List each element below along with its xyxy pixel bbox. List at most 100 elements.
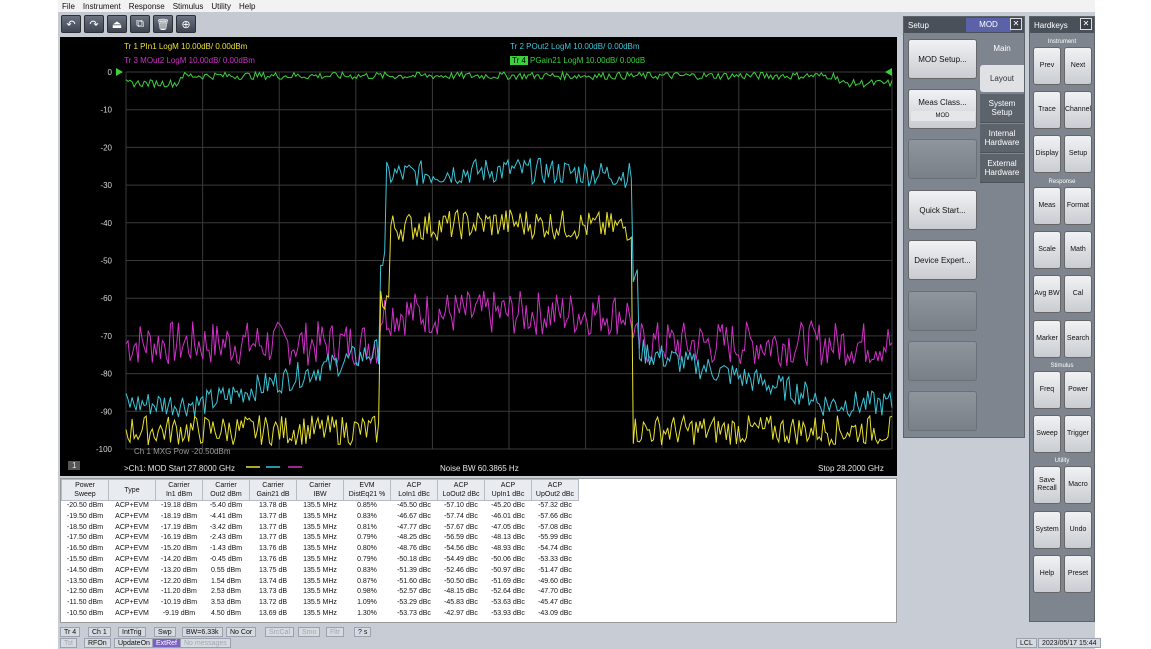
hardkey-power[interactable]: Power: [1064, 371, 1092, 409]
undo-button[interactable]: ↶: [61, 15, 81, 33]
table-row[interactable]: -15.50 dBm ACP+EVM -14.20 dBm -0.45 dBm 13.7…: [62, 555, 579, 566]
column-header[interactable]: EVM DistEq21 %: [343, 479, 391, 501]
empty-softkey[interactable]: [908, 341, 977, 381]
column-header[interactable]: ACP UpOut2 dBc: [531, 479, 579, 501]
menu-stimulus[interactable]: Stimulus: [169, 2, 208, 11]
hardkey-help[interactable]: Help: [1033, 555, 1061, 593]
status-sweep-time[interactable]: ? s: [354, 627, 372, 637]
hardkey-undo[interactable]: Undo: [1064, 511, 1092, 549]
hardkey-trigger[interactable]: Trigger: [1064, 415, 1092, 453]
table-row[interactable]: -19.50 dBm ACP+EVM -18.19 dBm -4.41 dBm 13.7…: [62, 512, 579, 523]
hardkey-system[interactable]: System: [1033, 511, 1061, 549]
status-source-cal[interactable]: SrcCal: [265, 627, 295, 637]
column-header[interactable]: Carrier Gain21 dB: [249, 479, 297, 501]
tab-layout[interactable]: Layout: [980, 65, 1024, 92]
empty-softkey[interactable]: [908, 139, 977, 179]
menu-help[interactable]: Help: [235, 2, 259, 11]
column-header[interactable]: Carrier Out2 dBm: [202, 479, 250, 501]
quick-start-softkey[interactable]: Quick Start...: [908, 190, 977, 230]
tab-main[interactable]: Main: [980, 35, 1024, 62]
tab-internal-hardware[interactable]: Internal Hardware: [980, 124, 1024, 153]
reference-level-marker[interactable]: [116, 68, 123, 76]
trace-4-label[interactable]: PGain21 LogM 10.00dB/ 0.00dB: [530, 56, 645, 65]
tab-external-hardware[interactable]: External Hardware: [980, 154, 1024, 183]
menu-utility[interactable]: Utility: [207, 2, 235, 11]
hardkey-marker[interactable]: Marker: [1033, 320, 1061, 358]
mod-setup-softkey[interactable]: MOD Setup...: [908, 39, 977, 79]
status-trace[interactable]: Tr 4: [60, 627, 81, 637]
hardkey-preset[interactable]: Preset: [1064, 555, 1092, 593]
channel-badge[interactable]: 1: [68, 461, 81, 470]
status-filter[interactable]: Fltr: [326, 627, 345, 637]
screenshot-button[interactable]: ⧉: [130, 15, 150, 33]
status-bandwidth[interactable]: BW=6.33k: [182, 627, 223, 637]
table-row[interactable]: -11.50 dBm ACP+EVM -10.19 dBm 3.53 dBm 13.72…: [62, 598, 579, 609]
empty-softkey[interactable]: [908, 391, 977, 431]
table-row[interactable]: -13.50 dBm ACP+EVM -12.20 dBm 1.54 dBm 13.74…: [62, 577, 579, 588]
table-row[interactable]: -18.50 dBm ACP+EVM -17.19 dBm -3.42 dBm 13.7…: [62, 523, 579, 534]
redo-button[interactable]: ↷: [84, 15, 104, 33]
column-header[interactable]: Carrier IBW: [296, 479, 344, 501]
table-row[interactable]: -14.50 dBm ACP+EVM -13.20 dBm 0.55 dBm 13.75…: [62, 566, 579, 577]
table-row[interactable]: -12.50 dBm ACP+EVM -11.20 dBm 2.53 dBm 13.73…: [62, 587, 579, 598]
status-test[interactable]: Tst: [60, 638, 77, 648]
menu-file[interactable]: File: [58, 2, 79, 11]
status-sweep[interactable]: Swp: [154, 627, 176, 637]
hardkey-scale[interactable]: Scale: [1033, 231, 1061, 269]
table-row[interactable]: -17.50 dBm ACP+EVM -16.19 dBm -2.43 dBm 13.7…: [62, 533, 579, 544]
hardkey-cal[interactable]: Cal: [1064, 275, 1092, 313]
hardkey-save-recall[interactable]: Save Recall: [1033, 466, 1061, 504]
measurement-display[interactable]: 0 -10 -20 -30 -40 -50 -60 -70 -80 -90 -100 Tr 1 PI…: [60, 37, 897, 476]
table-row[interactable]: -10.50 dBm ACP+EVM -9.19 dBm 4.50 dBm 13.69 …: [62, 609, 579, 620]
hardkey-display[interactable]: Display: [1033, 135, 1061, 173]
status-update-on[interactable]: UpdateOn: [114, 638, 154, 648]
trace-1-label[interactable]: Tr 1 PIn1 LogM 10.00dB/ 0.00dBm: [124, 42, 247, 51]
results-table[interactable]: Power Sweep Type Carrier In1 dBm Carrier Ou…: [60, 478, 897, 623]
setup-close-button[interactable]: ✕: [1010, 18, 1022, 30]
column-header[interactable]: Power Sweep: [61, 479, 109, 501]
status-trigger[interactable]: IntTrig: [118, 627, 146, 637]
status-smoothing[interactable]: Smo: [298, 627, 321, 637]
trace-plot[interactable]: 0 -10 -20 -30 -40 -50 -60 -70 -80 -90 -100: [60, 37, 897, 476]
hardkey-next[interactable]: Next: [1064, 47, 1092, 85]
hardkey-trace[interactable]: Trace: [1033, 91, 1061, 129]
hardkey-sweep[interactable]: Sweep: [1033, 415, 1061, 453]
empty-softkey[interactable]: [908, 291, 977, 331]
device-expert-softkey[interactable]: Device Expert...: [908, 240, 977, 280]
hardkey-macro[interactable]: Macro: [1064, 466, 1092, 504]
hardkey-math[interactable]: Math: [1064, 231, 1092, 269]
hardkey-prev[interactable]: Prev: [1033, 47, 1061, 85]
reference-level-marker[interactable]: [885, 68, 892, 76]
column-header[interactable]: Carrier In1 dBm: [155, 479, 203, 501]
menu-instrument[interactable]: Instrument: [79, 2, 125, 11]
tab-system-setup[interactable]: System Setup: [980, 94, 1024, 123]
trace-3-label[interactable]: Tr 3 MOut2 LogM 10.00dB/ 0.00dBm: [124, 56, 255, 65]
status-correction[interactable]: No Cor: [226, 627, 257, 637]
column-header[interactable]: ACP UpIn1 dBc: [484, 479, 532, 501]
table-row[interactable]: -16.50 dBm ACP+EVM -15.20 dBm -1.43 dBm 13.7…: [62, 544, 579, 555]
hardkeys-close-button[interactable]: ✕: [1080, 18, 1092, 30]
delete-button[interactable]: 🗑: [153, 15, 173, 33]
status-channel[interactable]: Ch 1: [88, 627, 111, 637]
hardkey-meas[interactable]: Meas: [1033, 187, 1061, 225]
table-row[interactable]: -20.50 dBm ACP+EVM -19.18 dBm -5.40 dBm 13.7…: [62, 501, 579, 512]
marker-button[interactable]: ⏏: [107, 15, 127, 33]
hardkey-setup[interactable]: Setup: [1064, 135, 1092, 173]
trace-4-tag[interactable]: Tr 4: [510, 56, 528, 65]
column-header[interactable]: Type: [108, 479, 156, 501]
hardkey-avg-bw[interactable]: Avg BW: [1033, 275, 1061, 313]
status-ext-ref[interactable]: ExtRef: [152, 638, 182, 648]
menu-response[interactable]: Response: [125, 2, 169, 11]
column-header[interactable]: ACP LoIn1 dBc: [390, 479, 438, 501]
meas-class-value: MOD: [910, 110, 975, 121]
meas-class-softkey[interactable]: Meas Class... MOD: [908, 89, 977, 129]
hardkey-freq[interactable]: Freq: [1033, 371, 1061, 409]
status-rf-on[interactable]: RFOn: [84, 638, 111, 648]
hardkey-channel[interactable]: Channel: [1064, 91, 1092, 129]
hardkey-search[interactable]: Search: [1064, 320, 1092, 358]
trace-2-label[interactable]: Tr 2 POut2 LogM 10.00dB/ 0.00dBm: [510, 42, 640, 51]
hardkey-format[interactable]: Format: [1064, 187, 1092, 225]
zoom-button[interactable]: ⊕: [176, 15, 196, 33]
hardkeys-title: Hardkeys: [1034, 20, 1068, 30]
column-header[interactable]: ACP LoOut2 dBc: [437, 479, 485, 501]
